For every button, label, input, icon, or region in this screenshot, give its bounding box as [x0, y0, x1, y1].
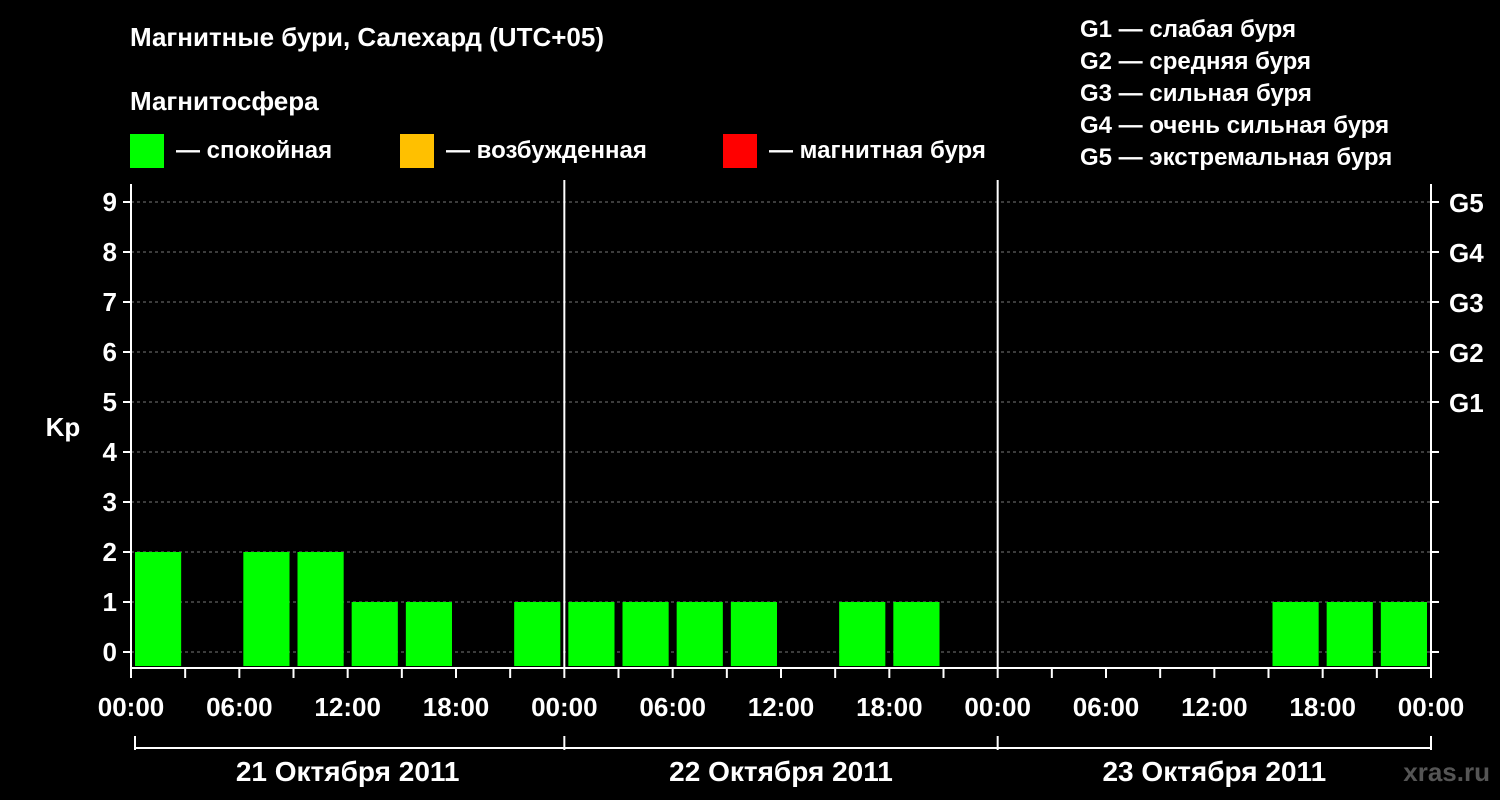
xtick-label-5: 06:00: [639, 692, 706, 722]
kp-bar-7: [514, 602, 561, 666]
ytick-label-4: 4: [103, 437, 118, 467]
xtick-label-2: 12:00: [314, 692, 381, 722]
g-axis-label-g3: G3: [1449, 288, 1484, 318]
g-axis-label-g2: G2: [1449, 338, 1484, 368]
xtick-label-11: 18:00: [1289, 692, 1356, 722]
kp-bar-0: [135, 552, 182, 666]
kp-bar-14: [893, 602, 940, 666]
xtick-label-7: 18:00: [856, 692, 923, 722]
kp-bar-9: [622, 602, 669, 666]
kp-bar-2: [243, 552, 290, 666]
day-label-1: 22 Октября 2011: [669, 756, 893, 787]
kp-bar-21: [1272, 602, 1319, 666]
kp-bar-23: [1380, 602, 1427, 666]
kp-bar-10: [676, 602, 723, 666]
kp-bar-4: [351, 602, 398, 666]
ytick-label-2: 2: [103, 537, 117, 567]
xtick-label-10: 12:00: [1181, 692, 1248, 722]
ytick-label-0: 0: [103, 637, 117, 667]
xtick-label-4: 00:00: [531, 692, 598, 722]
g-axis-label-g4: G4: [1449, 238, 1484, 268]
xtick-label-0: 00:00: [98, 692, 165, 722]
ytick-label-8: 8: [103, 237, 117, 267]
ytick-label-3: 3: [103, 487, 117, 517]
xtick-label-3: 18:00: [423, 692, 490, 722]
ytick-label-9: 9: [103, 187, 117, 217]
xtick-label-8: 00:00: [964, 692, 1031, 722]
kp-bar-13: [839, 602, 886, 666]
xtick-label-1: 06:00: [206, 692, 273, 722]
kp-bar-8: [568, 602, 615, 666]
ytick-label-6: 6: [103, 337, 117, 367]
y-axis-title: Kp: [46, 412, 81, 442]
ytick-label-7: 7: [103, 287, 117, 317]
day-label-2: 23 Октября 2011: [1102, 756, 1326, 787]
xtick-label-12: 00:00: [1398, 692, 1465, 722]
g-axis-label-g1: G1: [1449, 388, 1484, 418]
g-axis-label-g5: G5: [1449, 188, 1484, 218]
kp-bar-3: [297, 552, 344, 666]
kp-bar-5: [405, 602, 452, 666]
ytick-label-5: 5: [103, 387, 117, 417]
kp-bar-11: [730, 602, 777, 666]
kp-chart: 0 1 2 3 4 5 6 7 8 9 G1 G2 G3 G4 G5 Kp 00:00 06:00 12:00 18:…: [46, 180, 1484, 787]
xtick-label-6: 12:00: [748, 692, 815, 722]
day-label-0: 21 Октября 2011: [236, 756, 460, 787]
xtick-label-9: 06:00: [1073, 692, 1140, 722]
ytick-label-1: 1: [103, 587, 117, 617]
kp-bar-22: [1326, 602, 1373, 666]
watermark: xras.ru: [1403, 757, 1490, 787]
